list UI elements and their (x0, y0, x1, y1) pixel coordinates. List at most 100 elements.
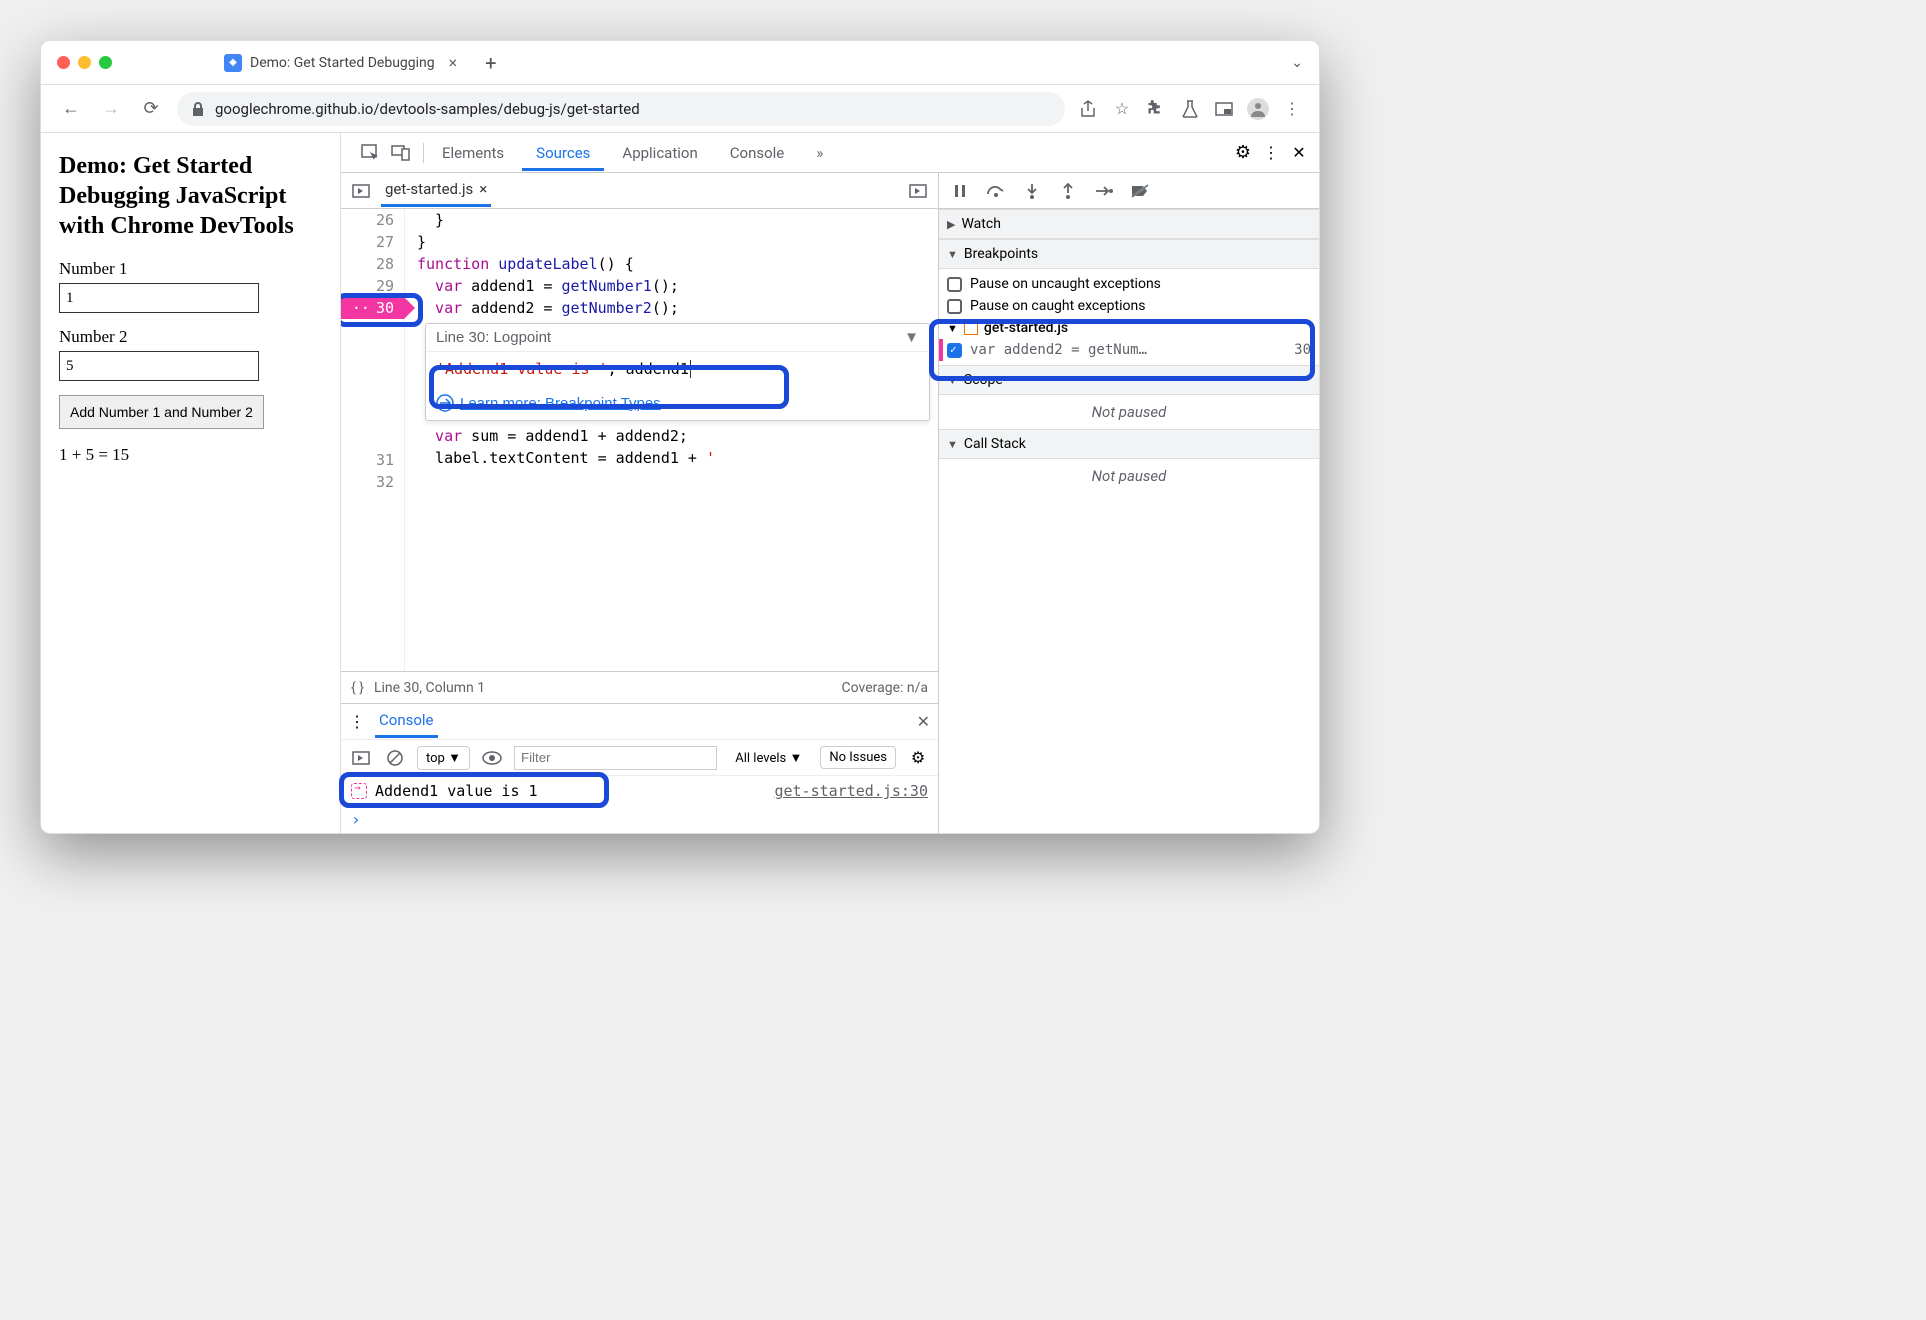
number2-input[interactable] (59, 351, 259, 381)
devtools-tabs: Elements Sources Application Console » ⚙… (341, 133, 1319, 173)
close-drawer-icon[interactable]: ✕ (917, 712, 930, 731)
issues-button[interactable]: No Issues (820, 746, 896, 769)
share-icon[interactable] (1077, 98, 1099, 120)
back-button[interactable]: ← (57, 95, 85, 123)
console-drawer-tab[interactable]: Console (375, 705, 438, 738)
reload-button[interactable]: ⟳ (137, 95, 165, 123)
navigator-toggle-icon[interactable] (349, 181, 373, 201)
settings-icon[interactable]: ⚙ (1231, 143, 1255, 163)
console-drawer-header: ⋮ Console ✕ (341, 704, 938, 740)
live-expression-icon[interactable] (480, 748, 504, 768)
code-editor[interactable]: 26 27 28 29 ··30 31 32 } } func (341, 209, 938, 671)
line-num-29[interactable]: 29 (341, 275, 404, 297)
console-log-text: Addend1 value is 1 (375, 782, 538, 800)
file-tab[interactable]: get-started.js × (381, 174, 491, 207)
url-text: googlechrome.github.io/devtools-samples/… (215, 100, 640, 118)
line-num-27[interactable]: 27 (341, 231, 404, 253)
console-filter-input[interactable] (514, 746, 717, 770)
breakpoint-file-row[interactable]: ▼get-started.js (947, 317, 1311, 339)
cursor-position: Line 30, Column 1 (374, 680, 485, 696)
tab-sources[interactable]: Sources (522, 135, 604, 171)
tab-application[interactable]: Application (608, 135, 711, 171)
maximize-window-icon[interactable] (99, 56, 112, 69)
favicon-icon: ◆ (224, 54, 242, 72)
pause-icon[interactable] (947, 184, 973, 198)
minimize-window-icon[interactable] (78, 56, 91, 69)
step-into-icon[interactable] (1019, 183, 1045, 199)
pip-icon[interactable] (1213, 98, 1235, 120)
devtools-left-icons (349, 143, 424, 163)
number1-input[interactable] (59, 283, 259, 313)
logpoint-input[interactable]: 'Addend1 value is ', addend1 (426, 352, 929, 386)
forward-button[interactable]: → (97, 95, 125, 123)
device-toggle-icon[interactable] (389, 143, 413, 163)
tab-console[interactable]: Console (716, 135, 799, 171)
result-text: 1 + 5 = 15 (59, 445, 322, 465)
code-content[interactable]: } } function updateLabel() { var addend1… (405, 209, 938, 671)
console-kebab-icon[interactable]: ⋮ (349, 712, 365, 731)
console-prompt[interactable]: › (341, 806, 938, 833)
console-sidebar-toggle-icon[interactable] (349, 748, 373, 768)
section-scope[interactable]: ▼Scope (939, 365, 1319, 395)
tab-elements[interactable]: Elements (428, 135, 518, 171)
logpoint-head[interactable]: Line 30: Logpoint ▼ (426, 324, 929, 352)
log-levels-selector[interactable]: All levels ▼ (727, 747, 810, 769)
close-tab-icon[interactable]: × (449, 53, 458, 72)
callstack-not-paused: Not paused (939, 459, 1319, 493)
tabs-dropdown-icon[interactable]: ⌄ (1291, 55, 1303, 71)
close-file-icon[interactable]: × (479, 180, 487, 198)
add-button[interactable]: Add Number 1 and Number 2 (59, 395, 264, 429)
breakpoint-entry[interactable]: var addend2 = getNum… 30 (947, 339, 1311, 361)
profile-icon[interactable] (1247, 98, 1269, 120)
bookmark-star-icon[interactable]: ☆ (1111, 98, 1133, 120)
pause-uncaught-row[interactable]: Pause on uncaught exceptions (947, 273, 1311, 295)
line-num-28[interactable]: 28 (341, 253, 404, 275)
section-watch[interactable]: ▶Watch (939, 209, 1319, 239)
debugger-controls (939, 173, 1319, 209)
clear-console-icon[interactable] (383, 748, 407, 768)
sources-footer: { } Line 30, Column 1 Coverage: n/a (341, 671, 938, 703)
page-title: Demo: Get Started Debugging JavaScript w… (59, 151, 322, 241)
window-controls (57, 56, 112, 69)
step-icon[interactable] (1091, 185, 1117, 197)
close-devtools-icon[interactable]: ✕ (1287, 143, 1311, 163)
step-out-icon[interactable] (1055, 183, 1081, 199)
logpoint-gutter-badge[interactable]: ··30 (341, 297, 404, 319)
main-area: Demo: Get Started Debugging JavaScript w… (41, 133, 1319, 833)
deactivate-breakpoints-icon[interactable] (1127, 183, 1153, 199)
checkbox-icon[interactable] (947, 299, 962, 314)
checkbox-checked-icon[interactable] (947, 343, 962, 358)
logpoint-popup: Line 30: Logpoint ▼ 'Addend1 value is ',… (425, 323, 930, 421)
browser-toolbar: ← → ⟳ googlechrome.github.io/devtools-sa… (41, 85, 1319, 133)
console-settings-icon[interactable]: ⚙ (906, 748, 930, 768)
step-over-icon[interactable] (983, 184, 1009, 198)
line-num-31[interactable]: 31 (341, 449, 404, 471)
learn-more-link[interactable]: Learn more: Breakpoint Types (426, 386, 929, 420)
extensions-icon[interactable] (1145, 98, 1167, 120)
pretty-print-icon[interactable]: { } (351, 680, 364, 696)
titlebar: ◆ Demo: Get Started Debugging × + ⌄ (41, 41, 1319, 85)
menu-icon[interactable]: ⋮ (1281, 98, 1303, 120)
sources-toolbar: get-started.js × (341, 173, 938, 209)
line-num-26[interactable]: 26 (341, 209, 404, 231)
console-log-source[interactable]: get-started.js:30 (774, 782, 928, 800)
inspect-icon[interactable] (359, 143, 383, 163)
browser-tab[interactable]: ◆ Demo: Get Started Debugging × (212, 47, 469, 78)
new-tab-button[interactable]: + (485, 51, 496, 75)
labs-icon[interactable] (1179, 98, 1201, 120)
context-selector[interactable]: top ▼ (417, 746, 470, 770)
kebab-icon[interactable]: ⋮ (1259, 143, 1283, 163)
coverage-status: Coverage: n/a (842, 680, 928, 696)
tab-more[interactable]: » (802, 135, 837, 171)
more-files-icon[interactable] (906, 181, 930, 201)
section-breakpoints[interactable]: ▼Breakpoints (939, 239, 1319, 269)
line-num-32[interactable]: 32 (341, 471, 404, 493)
pause-caught-row[interactable]: Pause on caught exceptions (947, 295, 1311, 317)
breakpoints-body: Pause on uncaught exceptions Pause on ca… (939, 269, 1319, 365)
dropdown-caret-icon[interactable]: ▼ (904, 329, 919, 346)
section-callstack[interactable]: ▼Call Stack (939, 429, 1319, 459)
url-bar[interactable]: googlechrome.github.io/devtools-samples/… (177, 92, 1065, 126)
console-drawer: ⋮ Console ✕ top ▼ (341, 703, 938, 833)
close-window-icon[interactable] (57, 56, 70, 69)
checkbox-icon[interactable] (947, 277, 962, 292)
